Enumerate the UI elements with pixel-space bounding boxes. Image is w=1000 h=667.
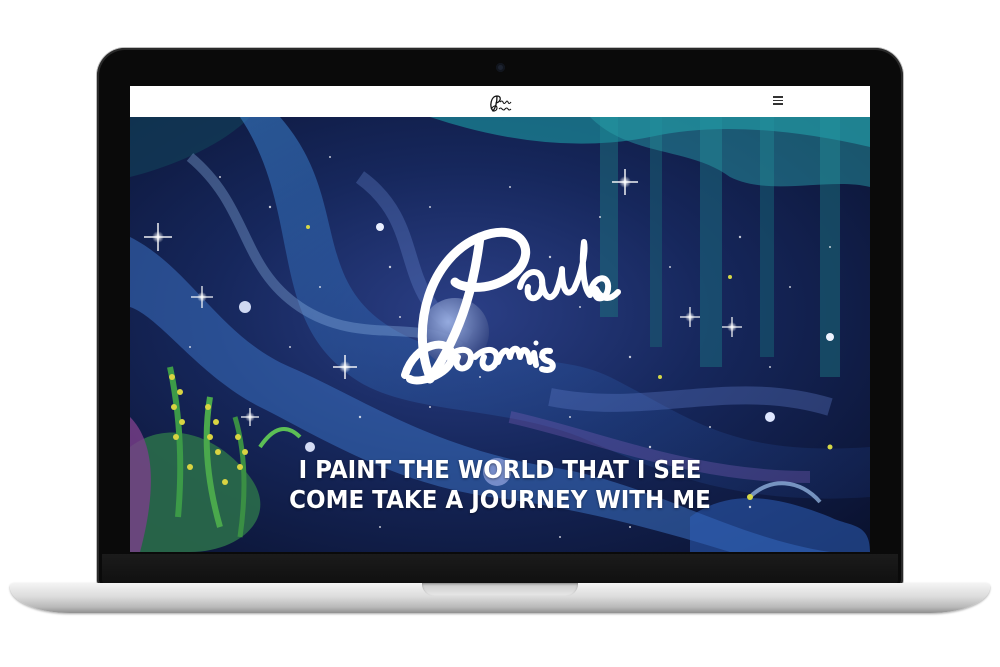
laptop-bottom-bezel [102, 554, 898, 584]
site-header [130, 86, 870, 117]
site-logo-small[interactable] [485, 92, 517, 114]
hero-tagline-line1: I PAINT THE WORLD THAT I SEE [298, 455, 702, 484]
hero-tagline-line2: COME TAKE A JOURNEY WITH ME [289, 485, 711, 514]
browser-viewport: I PAINT THE WORLD THAT I SEE COME TAKE A… [130, 86, 870, 552]
laptop-opening-notch [422, 583, 578, 596]
hamburger-menu-icon[interactable] [773, 96, 783, 106]
webcam-icon [496, 63, 505, 72]
hero-banner: I PAINT THE WORLD THAT I SEE COME TAKE A… [130, 117, 870, 552]
